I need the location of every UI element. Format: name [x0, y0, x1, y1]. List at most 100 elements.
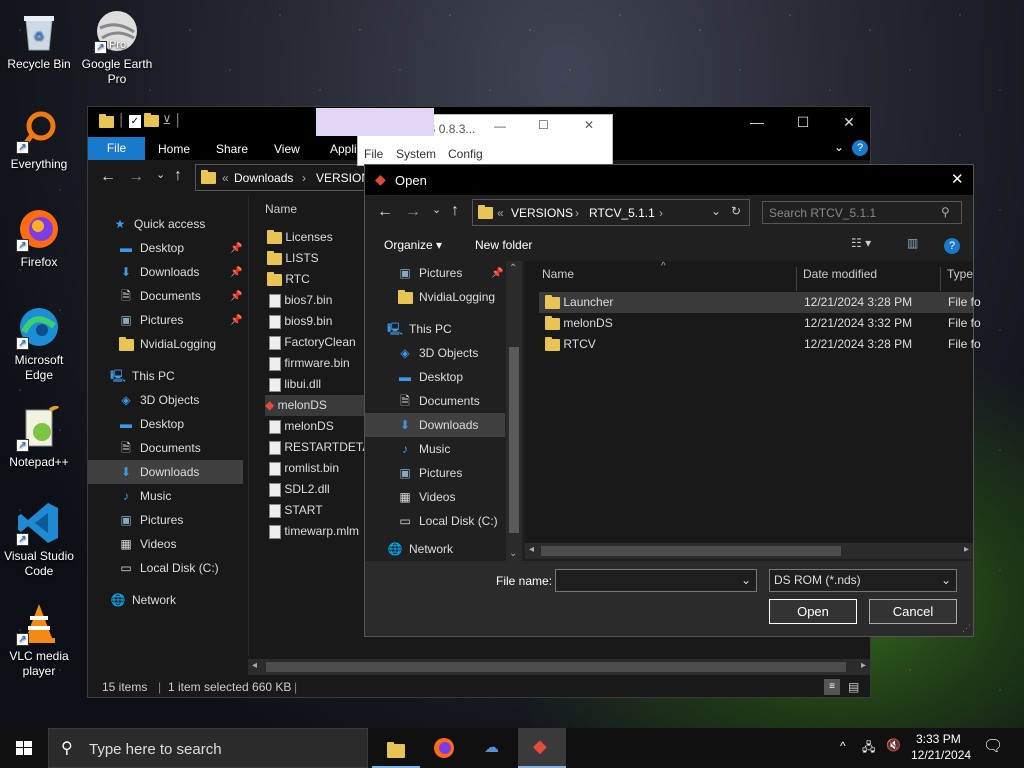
resize-grip-icon[interactable]: ⋰: [962, 623, 971, 634]
taskbar-firefox[interactable]: [420, 728, 468, 768]
nav-documents-pc[interactable]: 🗎 Documents: [118, 436, 201, 460]
up-arrow-icon[interactable]: ↑: [174, 167, 182, 185]
tab-view[interactable]: View: [274, 142, 300, 156]
nav-quick-access[interactable]: ★ Quick access: [112, 212, 206, 236]
breadcrumb-versions[interactable]: VERSION: [316, 171, 370, 185]
refresh-icon[interactable]: ↻: [731, 204, 741, 218]
forward-arrow-icon[interactable]: →: [405, 203, 421, 221]
dialog-nav-scrollbar[interactable]: ⌃ ⌄: [506, 261, 522, 561]
large-icons-view-icon[interactable]: ▤: [848, 677, 859, 697]
file-row-sdl2[interactable]: SDL2.dll: [269, 479, 330, 500]
file-row-timewarp[interactable]: timewarp.mlm: [269, 521, 359, 542]
nav-downloads[interactable]: ⬇ Downloads: [118, 260, 199, 284]
taskbar-file-explorer[interactable]: [372, 728, 420, 768]
desktop-icon-notepad-plus-plus[interactable]: ↗ Notepad++: [1, 404, 77, 470]
back-arrow-icon[interactable]: ←: [377, 203, 393, 221]
explorer-horizontal-scrollbar[interactable]: ◂ ▸: [248, 659, 870, 675]
column-header-date[interactable]: Date modified: [803, 267, 941, 291]
dialog-row-rtcv[interactable]: RTCV 12/21/2024 3:28 PM File fo: [539, 334, 981, 355]
address-dropdown-icon[interactable]: ⌄: [711, 204, 721, 218]
file-row-firmware[interactable]: firmware.bin: [269, 353, 350, 374]
file-name-input[interactable]: ⌄: [555, 569, 757, 592]
desktop-icon-google-earth[interactable]: ↗ Pro Google Earth Pro: [79, 8, 155, 87]
open-button[interactable]: Open: [769, 599, 857, 624]
close-button[interactable]: ✕: [826, 107, 872, 137]
file-type-select[interactable]: DS ROM (*.nds) ⌄: [769, 569, 957, 592]
details-view-icon[interactable]: ≡: [824, 679, 840, 695]
nav-music[interactable]: ♪ Music: [118, 484, 171, 508]
nav-desktop[interactable]: ▬ Desktop: [118, 236, 184, 260]
dialog-nav-local-disk[interactable]: ▭ Local Disk (C:): [397, 509, 497, 533]
organize-button[interactable]: Organize ▾: [384, 238, 442, 252]
nav-network[interactable]: 🌐 Network: [110, 588, 177, 612]
file-row-romlist[interactable]: romlist.bin: [269, 458, 339, 479]
taskbar-melonds[interactable]: ◆: [518, 728, 566, 768]
melonds-close-button[interactable]: ✕: [584, 118, 594, 132]
dialog-nav-music[interactable]: ♪ Music: [397, 437, 450, 461]
explorer-address-bar[interactable]: « Downloads › VERSION: [195, 164, 370, 191]
file-row-lists[interactable]: LISTS: [267, 248, 319, 269]
file-row-rtc[interactable]: RTC: [267, 269, 310, 290]
column-header-name[interactable]: Name: [542, 267, 797, 291]
show-hidden-icons-chevron[interactable]: ^: [840, 739, 846, 753]
melonds-minimize-button[interactable]: —: [494, 119, 506, 133]
desktop-icon-recycle-bin[interactable]: ♻ Recycle Bin: [1, 8, 77, 72]
file-row-bios9[interactable]: bios9.bin: [269, 311, 332, 332]
cancel-button[interactable]: Cancel: [869, 599, 957, 624]
notifications-icon[interactable]: 🗨: [983, 736, 1003, 756]
file-row-licenses[interactable]: Licenses: [267, 227, 333, 248]
melonds-maximize-button[interactable]: ☐: [538, 118, 549, 132]
dialog-nav-pictures-pc[interactable]: ▣ Pictures: [397, 461, 462, 485]
column-header-name[interactable]: Name: [265, 202, 297, 216]
help-icon[interactable]: ?: [944, 238, 960, 254]
dialog-nav-videos[interactable]: ▦ Videos: [397, 485, 455, 509]
maximize-button[interactable]: ☐: [780, 107, 826, 137]
dialog-address-bar[interactable]: « VERSIONS › RTCV_5.1.1 › ⌄ ↻: [472, 199, 750, 226]
dialog-horizontal-scrollbar[interactable]: ◂ ▸: [525, 543, 973, 559]
file-row-factoryclean[interactable]: FactoryClean: [269, 332, 356, 353]
dialog-nav-pictures[interactable]: ▣ Pictures: [397, 261, 462, 285]
dialog-close-button[interactable]: ✕: [951, 170, 964, 188]
dialog-nav-this-pc[interactable]: 🖳 This PC: [387, 317, 452, 341]
start-button[interactable]: [0, 728, 48, 768]
tab-home[interactable]: Home: [158, 142, 190, 156]
minimize-button[interactable]: —: [734, 107, 780, 137]
menu-config[interactable]: Config: [448, 147, 483, 161]
dialog-nav-network[interactable]: 🌐 Network: [387, 537, 454, 561]
dialog-nav-downloads[interactable]: ⬇ Downloads: [365, 413, 505, 437]
nav-desktop-pc[interactable]: ▬ Desktop: [118, 412, 184, 436]
file-row-bios7[interactable]: bios7.bin: [269, 290, 332, 311]
dialog-nav-3d-objects[interactable]: ◈ 3D Objects: [397, 341, 478, 365]
recent-chevron-icon[interactable]: ⌄: [156, 168, 165, 181]
dialog-row-launcher[interactable]: Launcher 12/21/2024 3:28 PM File fo: [539, 292, 981, 313]
nav-videos[interactable]: ▦ Videos: [118, 532, 176, 556]
nav-3d-objects[interactable]: ◈ 3D Objects: [118, 388, 199, 412]
back-arrow-icon[interactable]: ←: [100, 168, 116, 186]
volume-muted-icon[interactable]: 🔇: [886, 738, 901, 752]
desktop-icon-firefox[interactable]: ↗ Firefox: [1, 206, 77, 270]
file-row-restartdeta[interactable]: RESTARTDETA: [269, 437, 370, 458]
forward-arrow-icon[interactable]: →: [128, 168, 144, 186]
nav-this-pc[interactable]: 🖳 This PC: [110, 364, 175, 388]
view-options-icon[interactable]: ☷ ▾: [851, 236, 871, 250]
nav-local-disk[interactable]: ▭ Local Disk (C:): [118, 556, 218, 580]
file-row-melonds[interactable]: melonDS: [269, 416, 334, 437]
recent-chevron-icon[interactable]: ⌄: [432, 203, 441, 216]
breadcrumb-versions[interactable]: VERSIONS: [511, 206, 573, 220]
dialog-nav-desktop[interactable]: ▬ Desktop: [397, 365, 463, 389]
desktop-icon-edge[interactable]: ↗ Microsoft Edge: [1, 304, 77, 383]
tab-file[interactable]: File: [88, 137, 145, 160]
file-row-start[interactable]: START: [269, 500, 323, 521]
column-header-type[interactable]: Type: [947, 267, 973, 281]
ribbon-expand-chevron-icon[interactable]: ⌄: [834, 140, 844, 154]
nav-documents[interactable]: 🗎 Documents: [118, 284, 201, 308]
dialog-row-melonds[interactable]: melonDS 12/21/2024 3:32 PM File fo: [539, 313, 981, 334]
menu-system[interactable]: System: [396, 147, 436, 161]
dialog-nav-documents[interactable]: 🗎 Documents: [397, 389, 480, 413]
up-arrow-icon[interactable]: ↑: [451, 202, 459, 220]
nav-pictures[interactable]: ▣ Pictures: [118, 308, 183, 332]
new-folder-button[interactable]: New folder: [475, 238, 532, 252]
dialog-search-input[interactable]: Search RTCV_5.1.1 ⚲: [762, 201, 962, 224]
network-tray-icon[interactable]: 🖧: [862, 738, 875, 759]
clock-date[interactable]: 12/21/2024: [911, 748, 971, 762]
